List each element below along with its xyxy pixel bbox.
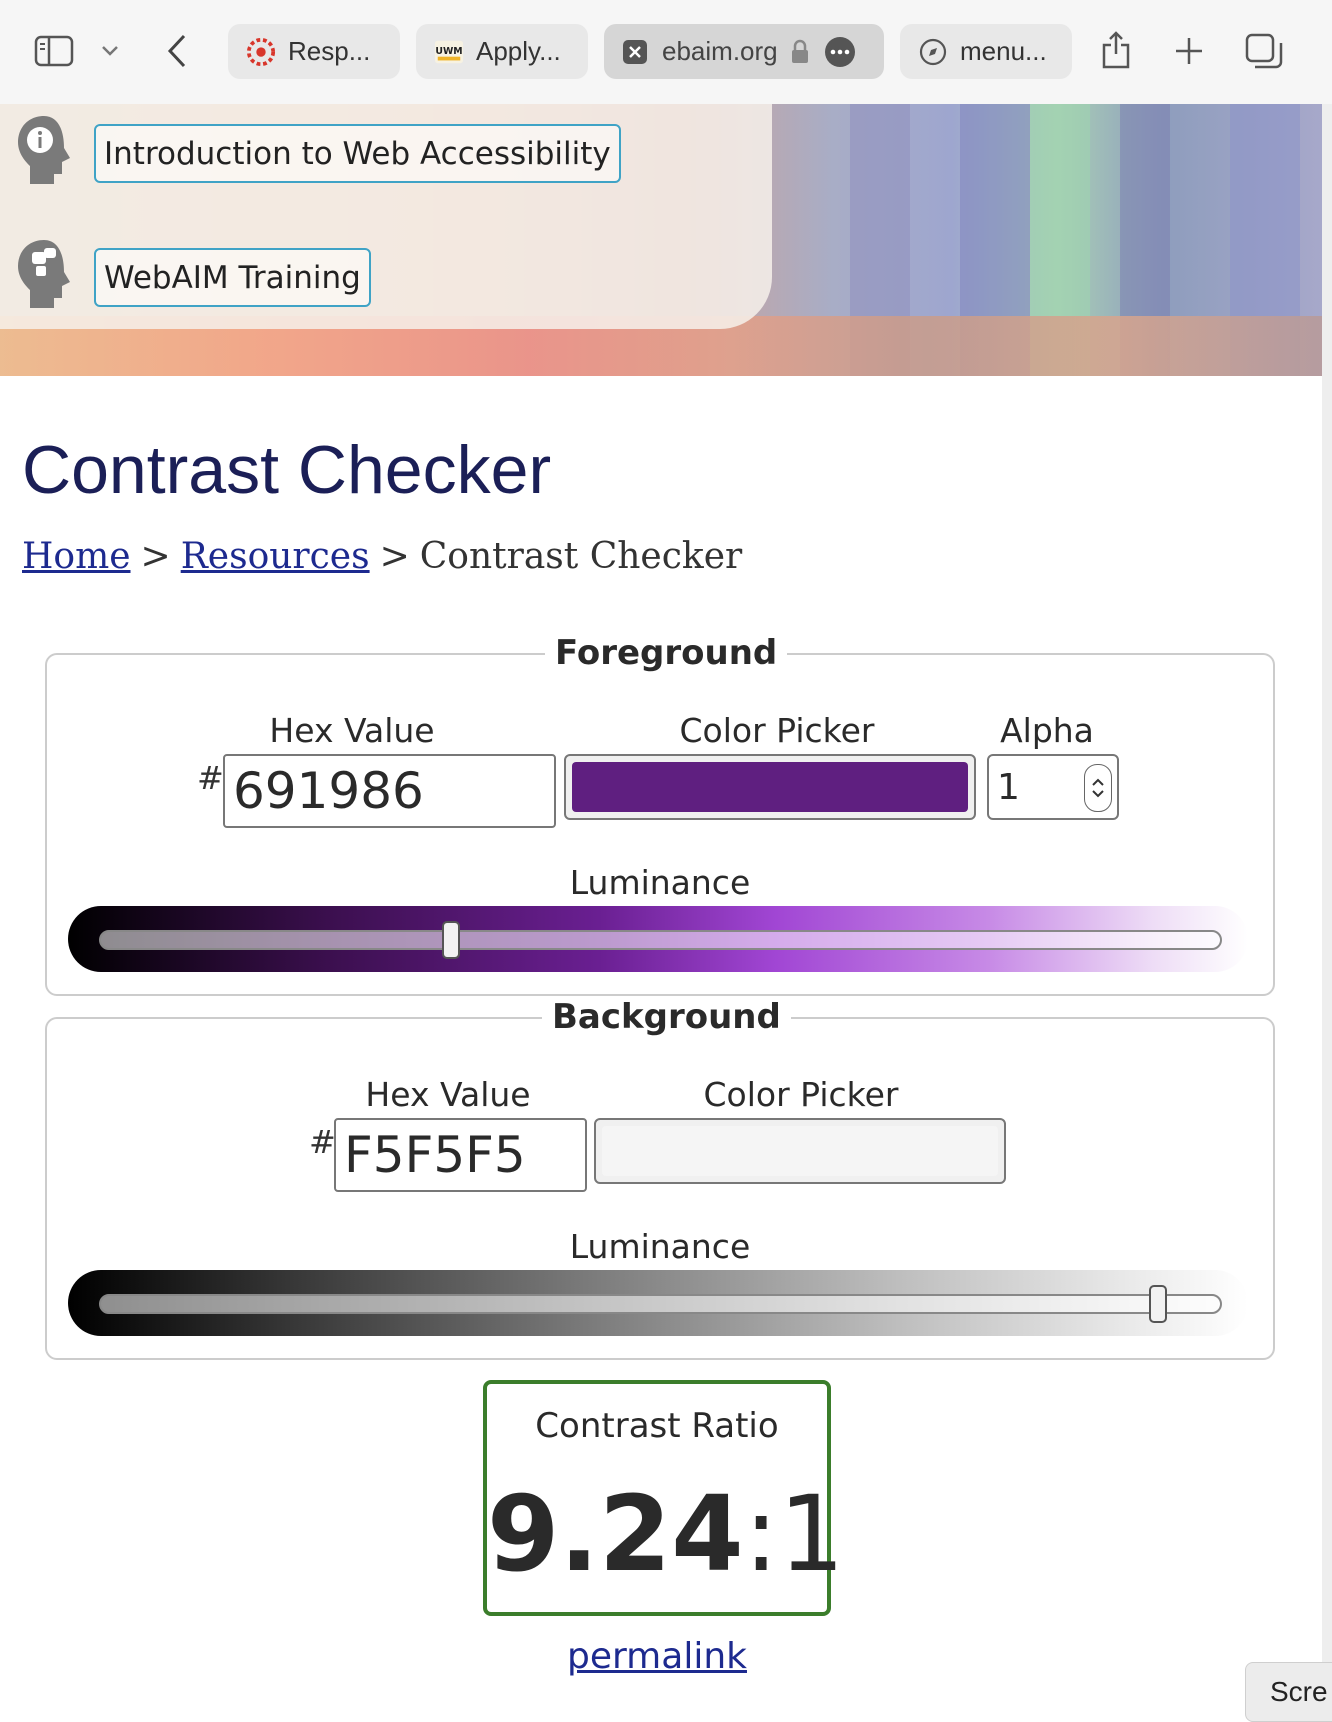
close-tab-icon[interactable]	[620, 37, 650, 67]
canvas-logo-icon	[246, 37, 276, 67]
more-options-icon[interactable]	[824, 36, 856, 68]
screenshot-button[interactable]: Scre	[1245, 1662, 1332, 1722]
browser-toolbar: Resp... UWM Apply... ebaim.org menu...	[0, 0, 1332, 105]
share-icon[interactable]	[1098, 28, 1134, 72]
breadcrumb-current: Contrast Checker	[419, 536, 743, 577]
contrast-ratio-number: 9.24	[487, 1473, 744, 1595]
lock-icon	[790, 39, 810, 65]
url-label: ebaim.org	[662, 36, 778, 66]
background-color-picker[interactable]	[594, 1118, 1006, 1184]
page-title: Contrast Checker	[22, 432, 552, 508]
breadcrumb-resources-link[interactable]: Resources	[181, 536, 370, 577]
tab-apply[interactable]: UWM Apply...	[416, 24, 588, 79]
background-color-picker-label: Color Picker	[703, 1075, 899, 1114]
tab-label: Resp...	[288, 36, 371, 66]
sidebar-toggle-icon[interactable]	[34, 34, 74, 68]
contrast-ratio-value: 9.24:1	[487, 1473, 845, 1595]
webaim-training-link[interactable]: WebAIM Training	[94, 248, 371, 307]
tab-menu[interactable]: menu...	[900, 24, 1072, 79]
alpha-stepper-icon[interactable]	[1084, 764, 1112, 812]
scrollbar[interactable]	[1322, 104, 1332, 1720]
chevron-down-icon[interactable]	[98, 40, 122, 62]
permalink-link[interactable]: permalink	[0, 1636, 1314, 1677]
foreground-hash-symbol: #	[197, 759, 224, 797]
foreground-luminance-label: Luminance	[569, 863, 751, 902]
foreground-luminance-slider[interactable]	[99, 930, 1222, 950]
alpha-input[interactable]: 1	[987, 754, 1119, 820]
background-luminance-slider[interactable]	[99, 1294, 1222, 1314]
background-hash-symbol: #	[309, 1123, 336, 1161]
training-head-icon	[14, 238, 74, 308]
alpha-label: Alpha	[1000, 711, 1094, 750]
tab-label: Apply...	[476, 36, 561, 66]
svg-text:UWM: UWM	[435, 45, 462, 56]
foreground-luminance-thumb[interactable]	[441, 921, 460, 959]
foreground-color-picker-label: Color Picker	[679, 711, 875, 750]
foreground-hex-input[interactable]	[223, 754, 556, 828]
foreground-panel: Foreground Hex Value # Color Picker Alph…	[45, 633, 1275, 996]
background-legend: Background	[542, 997, 791, 1037]
foreground-color-picker[interactable]	[564, 754, 976, 820]
background-panel: Background Hex Value # Color Picker Lumi…	[45, 997, 1275, 1360]
background-hex-input[interactable]	[334, 1118, 587, 1192]
new-tab-icon[interactable]	[1172, 34, 1206, 68]
foreground-hex-label: Hex Value	[269, 711, 435, 750]
breadcrumb-separator: >	[379, 536, 410, 577]
breadcrumb-separator: >	[140, 536, 171, 577]
background-color-swatch	[602, 1126, 998, 1176]
uwm-logo-icon: UWM	[434, 37, 464, 67]
header-banner: Introduction to Web Accessibility WebAIM…	[0, 104, 1322, 376]
breadcrumb: Home > Resources > Contrast Checker	[22, 536, 742, 577]
tab-webaim[interactable]: ebaim.org	[604, 24, 884, 79]
tab-responses[interactable]: Resp...	[228, 24, 400, 79]
background-luminance-thumb[interactable]	[1148, 1285, 1167, 1323]
info-head-icon	[14, 114, 74, 184]
tab-overview-icon[interactable]	[1244, 32, 1284, 72]
contrast-ratio-box: Contrast Ratio 9.24:1	[483, 1380, 845, 1616]
compass-icon	[918, 37, 948, 67]
contrast-ratio-label: Contrast Ratio	[535, 1406, 779, 1446]
background-luminance-label: Luminance	[569, 1227, 751, 1266]
background-hex-label: Hex Value	[365, 1075, 531, 1114]
contrast-ratio-suffix: :1	[743, 1473, 845, 1595]
foreground-color-swatch	[572, 762, 968, 812]
alpha-value: 1	[997, 766, 1020, 808]
back-icon[interactable]	[162, 32, 192, 70]
breadcrumb-home-link[interactable]: Home	[22, 536, 131, 577]
intro-web-accessibility-link[interactable]: Introduction to Web Accessibility	[94, 124, 621, 183]
tab-label: menu...	[960, 36, 1047, 66]
foreground-legend: Foreground	[545, 633, 788, 673]
